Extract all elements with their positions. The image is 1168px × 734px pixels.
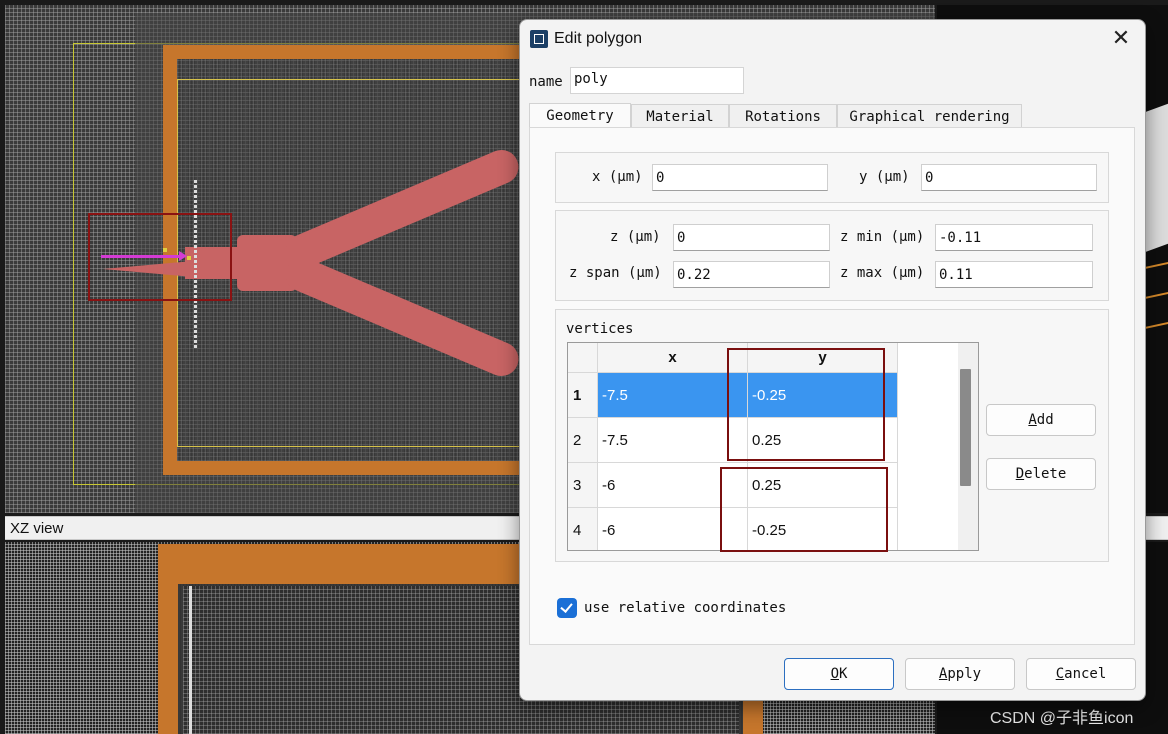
close-icon[interactable]: ✕ [1107, 26, 1135, 54]
tab-material[interactable]: Material [631, 104, 729, 129]
add-button-mnemonic: A [1028, 412, 1037, 428]
table-scrollbar-thumb[interactable] [960, 369, 971, 486]
delete-button[interactable]: Delete [986, 458, 1096, 490]
table-row[interactable]: 2 -7.5 0.25 [568, 418, 898, 463]
cancel-button[interactable]: Cancel [1026, 658, 1136, 690]
table-row[interactable]: 4 -6 -0.25 [568, 508, 898, 550]
add-button[interactable]: Add [986, 404, 1096, 436]
column-header-y[interactable]: y [748, 343, 898, 373]
zmin-label: z min (μm) [840, 229, 925, 245]
vertices-label: vertices [566, 321, 634, 337]
row-number[interactable]: 2 [568, 418, 598, 463]
tab-rotations[interactable]: Rotations [729, 104, 837, 129]
ok-button[interactable]: OK [784, 658, 894, 690]
cancel-button-mnemonic: C [1055, 666, 1065, 682]
apply-button[interactable]: Apply [905, 658, 1015, 690]
zmax-label: z max (μm) [840, 265, 925, 281]
cell-y[interactable]: 0.25 [748, 418, 898, 463]
add-button-label: dd [1036, 412, 1054, 428]
table-empty-header [898, 343, 958, 373]
app-window-icon [530, 30, 548, 48]
column-header-x[interactable]: x [598, 343, 748, 373]
z-field[interactable]: 0 [673, 224, 830, 251]
relative-coordinates-label[interactable]: use relative coordinates [584, 600, 786, 616]
zspan-field[interactable]: 0.22 [673, 261, 830, 288]
region-highlight-box [88, 213, 232, 301]
dialog-titlebar[interactable]: Edit polygon ✕ [520, 20, 1145, 60]
name-field[interactable]: poly [570, 67, 744, 94]
row-number[interactable]: 1 [568, 373, 598, 418]
y-field[interactable]: 0 [921, 164, 1097, 191]
zmin-field[interactable]: -0.11 [935, 224, 1093, 251]
dialog-title: Edit polygon [554, 30, 643, 47]
ok-button-label: K [839, 666, 848, 682]
z-label: z (μm) [610, 229, 661, 245]
cell-x[interactable]: -6 [598, 463, 748, 508]
table-corner [568, 343, 598, 373]
watermark: CSDN @子非鱼icon [990, 710, 1134, 727]
x-field[interactable]: 0 [652, 164, 828, 191]
cell-x[interactable]: -6 [598, 508, 748, 550]
tab-geometry[interactable]: Geometry [529, 103, 631, 130]
name-label: name [529, 74, 563, 90]
cell-y[interactable]: -0.25 [748, 508, 898, 550]
table-row[interactable]: 1 -7.5 -0.25 [568, 373, 898, 418]
zmax-field[interactable]: 0.11 [935, 261, 1093, 288]
cell-x[interactable]: -7.5 [598, 373, 748, 418]
row-number[interactable]: 4 [568, 508, 598, 550]
x-label: x (μm) [592, 169, 643, 185]
delete-button-mnemonic: D [1015, 466, 1025, 482]
xz-source-line [189, 586, 192, 734]
table-row[interactable]: 3 -6 0.25 [568, 463, 898, 508]
ok-button-mnemonic: O [830, 666, 839, 682]
vertices-table[interactable]: x y 1 -7.5 -0.25 2 -7.5 0.25 3 -6 0.25 4… [567, 342, 979, 551]
apply-button-label: pply [947, 666, 982, 682]
tab-graphical-rendering[interactable]: Graphical rendering [837, 104, 1022, 129]
cell-y[interactable]: -0.25 [748, 373, 898, 418]
cell-x[interactable]: -7.5 [598, 418, 748, 463]
delete-button-label: elete [1024, 466, 1067, 482]
cell-y[interactable]: 0.25 [748, 463, 898, 508]
zspan-label: z span (μm) [569, 265, 662, 281]
row-number[interactable]: 3 [568, 463, 598, 508]
relative-coordinates-checkbox[interactable] [557, 598, 577, 618]
edit-polygon-dialog: Edit polygon ✕ name poly Geometry Materi… [519, 19, 1146, 701]
cancel-button-label: ancel [1064, 666, 1107, 682]
y-label: y (μm) [859, 169, 910, 185]
